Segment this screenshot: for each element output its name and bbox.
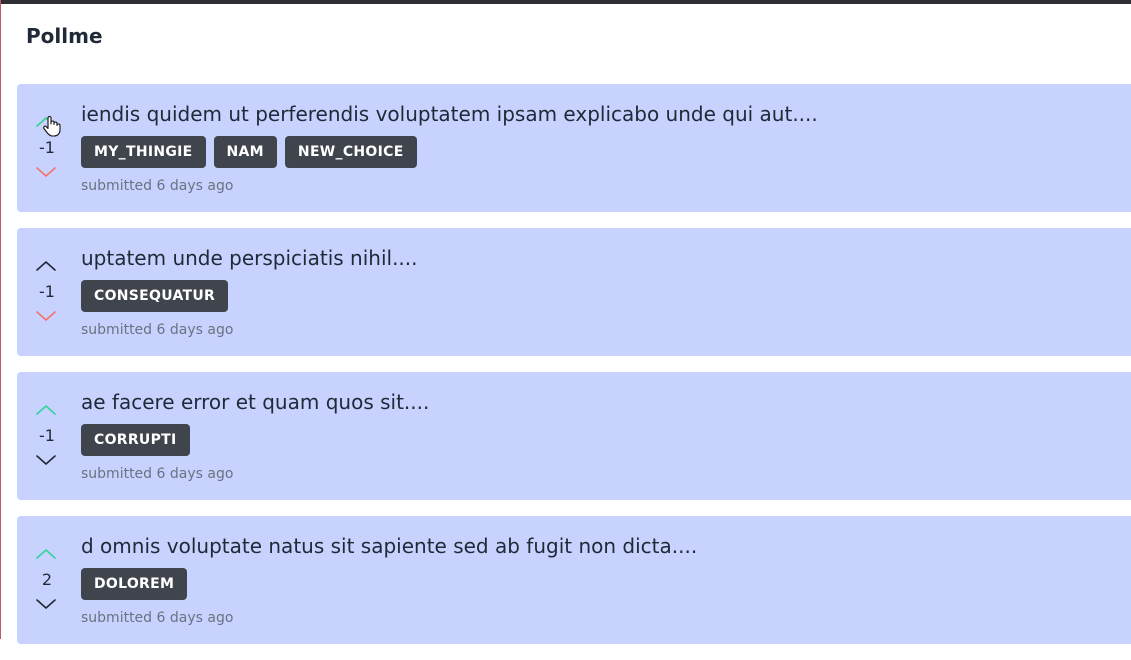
poll-tag[interactable]: NEW_CHOICE: [284, 136, 417, 168]
vote-column: -1: [17, 228, 77, 356]
poll-list: -1 iendis quidem ut perferendis voluptate…: [17, 84, 1131, 660]
upvote-chevron-up-icon[interactable]: [36, 114, 56, 128]
top-border: [0, 0, 1131, 4]
poll-tag[interactable]: NAM: [213, 136, 277, 168]
app-title: Pollme: [26, 24, 103, 48]
poll-title[interactable]: iendis quidem ut perferendis voluptatem …: [81, 102, 1131, 126]
vote-column: 2: [17, 516, 77, 644]
downvote-chevron-down-icon[interactable]: [36, 310, 56, 324]
poll-tags: CORRUPTI: [81, 424, 1131, 456]
submitted-time: submitted 6 days ago: [81, 610, 234, 626]
poll-title[interactable]: d omnis voluptate natus sit sapiente sed…: [81, 534, 1131, 558]
downvote-chevron-down-icon[interactable]: [36, 598, 56, 612]
vote-column: -1: [17, 372, 77, 500]
submitted-time: submitted 6 days ago: [81, 178, 234, 194]
poll-content: d omnis voluptate natus sit sapiente sed…: [81, 534, 1131, 626]
vote-score: -1: [39, 426, 55, 445]
upvote-chevron-up-icon[interactable]: [36, 546, 56, 560]
upvote-chevron-up-icon[interactable]: [36, 258, 56, 272]
downvote-chevron-down-icon[interactable]: [36, 454, 56, 468]
vote-score: 2: [41, 570, 53, 589]
poll-content: ae facere error et quam quos sit.... CORR…: [81, 390, 1131, 482]
vote-score: -1: [39, 282, 55, 301]
poll-card[interactable]: 2 d omnis voluptate natus sit sapiente se…: [17, 516, 1131, 644]
vote-column: -1: [17, 84, 77, 212]
vote-score: -1: [39, 138, 55, 157]
poll-tag[interactable]: MY_THINGIE: [81, 136, 206, 168]
poll-content: iendis quidem ut perferendis voluptatem …: [81, 102, 1131, 194]
poll-card[interactable]: -1 ae facere error et quam quos sit.... CO…: [17, 372, 1131, 500]
poll-title[interactable]: uptatem unde perspiciatis nihil....: [81, 246, 1131, 270]
upvote-chevron-up-icon[interactable]: [36, 402, 56, 416]
submitted-time: submitted 6 days ago: [81, 466, 234, 482]
poll-card[interactable]: -1 uptatem unde perspiciatis nihil.... CON…: [17, 228, 1131, 356]
poll-tag[interactable]: CORRUPTI: [81, 424, 190, 456]
poll-content: uptatem unde perspiciatis nihil.... CONSE…: [81, 246, 1131, 338]
submitted-time: submitted 6 days ago: [81, 322, 234, 338]
poll-card[interactable]: -1 iendis quidem ut perferendis voluptate…: [17, 84, 1131, 212]
poll-tags: CONSEQUATUR: [81, 280, 1131, 312]
poll-title[interactable]: ae facere error et quam quos sit....: [81, 390, 1131, 414]
left-border: [0, 0, 1, 639]
poll-tag[interactable]: DOLOREM: [81, 568, 188, 600]
downvote-chevron-down-icon[interactable]: [36, 166, 56, 180]
poll-tag[interactable]: CONSEQUATUR: [81, 280, 229, 312]
poll-tags: MY_THINGIE NAM NEW_CHOICE: [81, 136, 1131, 168]
poll-tags: DOLOREM: [81, 568, 1131, 600]
